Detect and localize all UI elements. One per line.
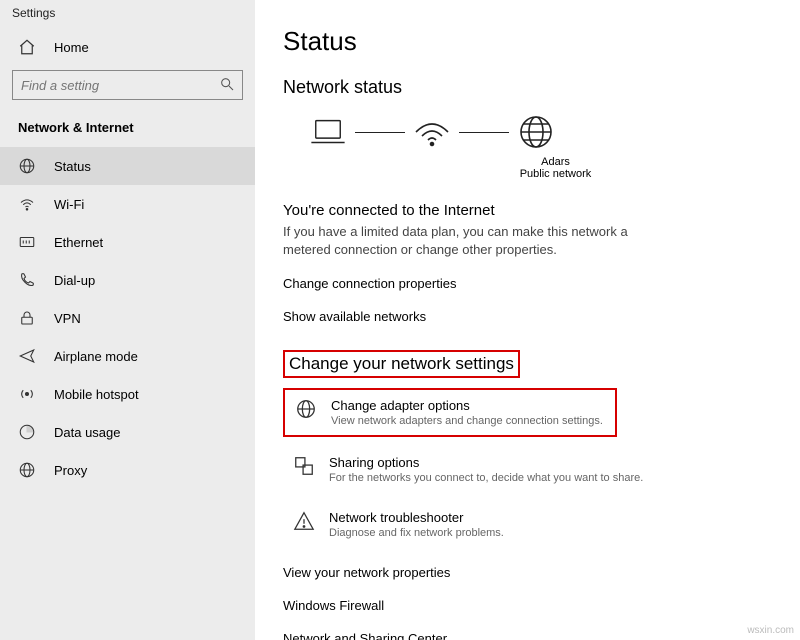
page-title: Status [283, 26, 780, 57]
sidebar-item-vpn[interactable]: VPN [0, 299, 255, 337]
proxy-icon [18, 461, 36, 479]
home-icon [18, 38, 36, 56]
data-icon [18, 423, 36, 441]
sidebar-item-status[interactable]: Status [0, 147, 255, 185]
option-sub: View network adapters and change connect… [331, 415, 603, 427]
connected-title: You're connected to the Internet [283, 202, 780, 219]
watermark: wsxin.com [747, 625, 794, 636]
sidebar-item-label: Status [54, 159, 91, 174]
phone-icon [18, 271, 36, 289]
sidebar-item-label: VPN [54, 311, 81, 326]
link-network-sharing-center[interactable]: Network and Sharing Center [283, 631, 780, 640]
airplane-icon [18, 347, 36, 365]
sharing-icon [293, 455, 315, 477]
home-button[interactable]: Home [0, 28, 255, 68]
change-connection-link[interactable]: Change connection properties [283, 276, 780, 291]
network-status-diagram [305, 112, 780, 152]
connector-line [459, 132, 509, 133]
sidebar-item-dialup[interactable]: Dial-up [0, 261, 255, 299]
app-title: Settings [0, 0, 255, 28]
option-sub: Diagnose and fix network problems. [329, 527, 504, 539]
globe-icon [18, 157, 36, 175]
hotspot-icon [18, 385, 36, 403]
connection-name: Adars [331, 156, 780, 168]
option-title: Change adapter options [331, 398, 603, 413]
option-change-adapter[interactable]: Change adapter options View network adap… [283, 388, 617, 437]
warning-icon [293, 510, 315, 532]
connection-labels: Adars Public network [331, 156, 780, 180]
sidebar-item-proxy[interactable]: Proxy [0, 451, 255, 489]
connection-type: Public network [331, 168, 780, 180]
search-icon [219, 76, 235, 92]
link-windows-firewall[interactable]: Windows Firewall [283, 598, 780, 613]
adapter-icon [295, 398, 317, 420]
sidebar: Settings Home Network & Internet Status … [0, 0, 255, 640]
show-networks-link[interactable]: Show available networks [283, 309, 780, 324]
network-status-heading: Network status [283, 77, 780, 98]
option-title: Network troubleshooter [329, 510, 504, 525]
category-title: Network & Internet [0, 114, 255, 147]
ethernet-icon [18, 233, 36, 251]
search-container [12, 70, 243, 100]
option-sub: For the networks you connect to, decide … [329, 472, 643, 484]
main-content: Status Network status Adars Public netwo… [255, 0, 800, 640]
nav-list: Status Wi-Fi Ethernet Dial-up VPN [0, 147, 255, 489]
home-label: Home [54, 40, 89, 55]
vpn-icon [18, 309, 36, 327]
sidebar-item-label: Wi-Fi [54, 197, 84, 212]
option-sharing[interactable]: Sharing options For the networks you con… [283, 447, 743, 492]
option-troubleshooter[interactable]: Network troubleshooter Diagnose and fix … [283, 502, 743, 547]
connector-line [355, 132, 405, 133]
sidebar-item-label: Data usage [54, 425, 121, 440]
sidebar-item-ethernet[interactable]: Ethernet [0, 223, 255, 261]
globe-big-icon [513, 112, 559, 152]
change-settings-heading: Change your network settings [283, 350, 520, 378]
wifi-icon [18, 195, 36, 213]
sidebar-item-airplane[interactable]: Airplane mode [0, 337, 255, 375]
sidebar-item-label: Airplane mode [54, 349, 138, 364]
link-network-properties[interactable]: View your network properties [283, 565, 780, 580]
sidebar-item-wifi[interactable]: Wi-Fi [0, 185, 255, 223]
wifi-big-icon [409, 112, 455, 152]
sidebar-item-hotspot[interactable]: Mobile hotspot [0, 375, 255, 413]
search-input[interactable] [12, 70, 243, 100]
laptop-icon [305, 112, 351, 152]
sidebar-item-datausage[interactable]: Data usage [0, 413, 255, 451]
connected-sub: If you have a limited data plan, you can… [283, 223, 643, 258]
sidebar-item-label: Proxy [54, 463, 87, 478]
sidebar-item-label: Ethernet [54, 235, 103, 250]
option-title: Sharing options [329, 455, 643, 470]
sidebar-item-label: Dial-up [54, 273, 95, 288]
sidebar-item-label: Mobile hotspot [54, 387, 139, 402]
